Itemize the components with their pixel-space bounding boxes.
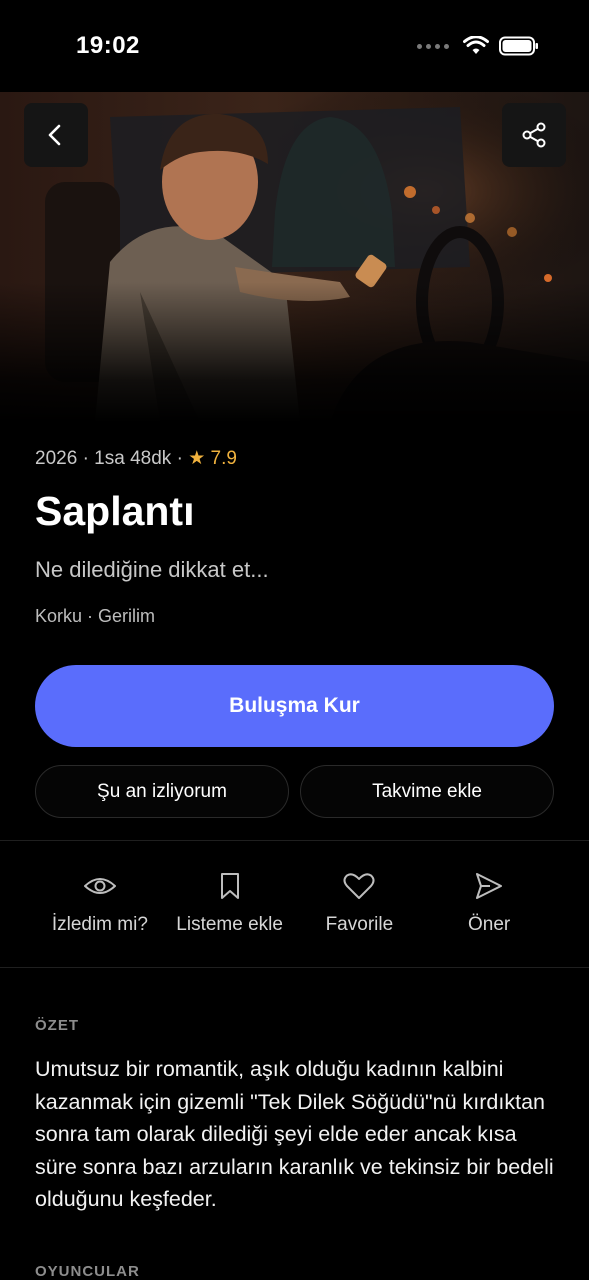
create-meetup-button[interactable]: Buluşma Kur [35, 665, 554, 747]
bookmark-icon [220, 873, 239, 899]
movie-duration: 1sa 48dk [94, 448, 172, 469]
heart-icon [343, 873, 375, 899]
share-icon [522, 122, 546, 148]
movie-genres: Korku · Gerilim [35, 606, 156, 626]
add-to-list-button[interactable]: Listeme ekle [165, 868, 295, 948]
add-to-calendar-button[interactable]: Takvime ekle [300, 765, 554, 818]
favorite-label: Favorile [325, 914, 394, 935]
summary-heading: ÖZET [35, 1017, 79, 1034]
status-icons [417, 36, 539, 56]
chevron-left-icon [48, 124, 61, 146]
summary-text: Umutsuz bir romantik, aşık olduğu kadını… [35, 1057, 554, 1211]
action-row: İzledim mi? Listeme ekle Favorile Öner [35, 868, 554, 948]
cast-heading: OYUNCULAR [35, 1263, 140, 1280]
status-bar: 19:02 [0, 0, 589, 92]
watched-label: İzledim mi? [51, 914, 148, 935]
movie-rating: 7.9 [210, 448, 237, 469]
movie-title: Saplantı [35, 488, 195, 534]
back-button[interactable] [24, 103, 88, 167]
movie-tagline: Ne dilediğine dikkat et... [35, 557, 269, 582]
battery-icon [499, 36, 538, 56]
wifi-icon [463, 36, 489, 54]
watched-button[interactable]: İzledim mi? [35, 868, 165, 948]
recommend-label: Öner [468, 914, 511, 935]
cellular-signal-icon [417, 43, 449, 49]
movie-year: 2026 [35, 448, 78, 469]
watching-now-button[interactable]: Şu an izliyorum [35, 765, 289, 818]
divider [0, 840, 589, 841]
add-to-list-label: Listeme ekle [176, 914, 283, 935]
status-time: 19:02 [76, 32, 140, 59]
divider [0, 967, 589, 968]
share-button[interactable] [502, 103, 566, 167]
eye-icon [83, 878, 116, 894]
send-icon [476, 873, 503, 899]
star-icon: ★ [188, 448, 206, 469]
favorite-button[interactable]: Favorile [295, 868, 425, 948]
hero-poster [0, 92, 589, 422]
movie-meta: 2026 · 1sa 48dk · ★ 7.9 [35, 448, 237, 469]
recommend-button[interactable]: Öner [424, 868, 554, 948]
